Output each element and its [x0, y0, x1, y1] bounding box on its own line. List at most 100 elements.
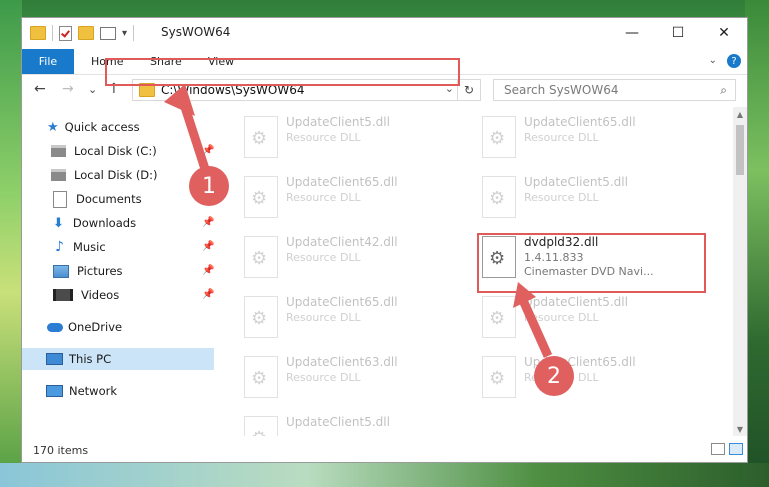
file-item[interactable]: UpdateClient42.dll Resource DLL — [240, 232, 460, 284]
properties-check-icon[interactable] — [59, 25, 72, 41]
file-description: Resource DLL — [524, 131, 599, 144]
file-item[interactable]: UpdateClient5.dll Resource DLL — [240, 112, 460, 164]
customize-icon[interactable] — [100, 26, 116, 40]
sidebar-item-downloads[interactable]: ⬇ Downloads — [53, 212, 136, 234]
dll-file-icon — [244, 356, 278, 398]
file-name: UpdateClient65.dll — [286, 295, 398, 309]
file-item[interactable]: UpdateClient65.dllResource DLL — [478, 352, 698, 404]
title-bar: ▾ SysWOW64 — ☐ ✕ — [22, 18, 747, 49]
dll-file-icon — [482, 176, 516, 218]
toolbar-dropdown-icon[interactable]: ▾ — [122, 28, 127, 39]
file-name: UpdateClient63.dll — [286, 355, 398, 369]
large-icons-view-icon[interactable] — [729, 443, 743, 455]
quick-access-toolbar: ▾ — [30, 25, 135, 41]
pin-icon[interactable]: 📌 — [202, 241, 214, 252]
desktop-background-right — [745, 0, 769, 487]
scroll-up-icon[interactable]: ▲ — [733, 107, 747, 121]
step-1-badge: 1 — [189, 166, 229, 206]
dll-file-icon — [244, 296, 278, 338]
navigation-pane: ★ Quick access Local Disk (C:) 📌 Local D… — [22, 106, 214, 436]
refresh-button[interactable]: ↻ — [457, 80, 480, 100]
file-description: Resource DLL — [286, 191, 361, 204]
sidebar-item-videos[interactable]: Videos — [53, 284, 119, 306]
dll-file-icon — [244, 416, 278, 436]
download-icon: ⬇ — [53, 215, 64, 231]
pin-icon[interactable]: 📌 — [202, 145, 214, 156]
tab-file[interactable]: File — [22, 49, 74, 74]
file-item[interactable]: UpdateClient5.dll Resource DLL — [478, 172, 698, 224]
file-item[interactable]: UpdateClient5.dll Resource DLL — [478, 292, 698, 344]
file-name: UpdateClient65.dll — [286, 175, 398, 189]
sidebar-item-pictures[interactable]: Pictures — [53, 260, 123, 282]
maximize-button[interactable]: ☐ — [655, 18, 701, 48]
dll-file-icon — [482, 296, 516, 338]
videos-icon — [53, 289, 73, 301]
file-item[interactable]: UpdateClient5.dll — [240, 412, 460, 436]
search-box[interactable]: ⌕ — [493, 79, 736, 101]
pin-icon[interactable]: 📌 — [202, 289, 214, 300]
sidebar-item-network[interactable]: Network — [46, 380, 117, 402]
sidebar-item-music[interactable]: ♪ Music — [55, 236, 106, 258]
file-item[interactable]: UpdateClient65.dllResource DLL — [240, 292, 460, 344]
window-title: SysWOW64 — [161, 25, 231, 39]
file-name: UpdateClient5.dll — [524, 175, 628, 189]
recent-locations-button[interactable]: ⌄ — [88, 83, 97, 96]
forward-button[interactable]: → — [62, 81, 74, 97]
folder-icon — [30, 26, 46, 40]
sidebar-item-label: Quick access — [64, 120, 140, 134]
file-name: UpdateClient42.dll — [286, 235, 398, 249]
details-view-icon[interactable] — [711, 443, 725, 455]
file-name: UpdateClient5.dll — [524, 295, 628, 309]
search-input[interactable] — [502, 82, 706, 98]
address-highlight-box — [105, 58, 460, 86]
file-description: Resource DLL — [286, 251, 361, 264]
sidebar-item-label: Network — [69, 384, 118, 398]
drive-icon — [51, 169, 66, 181]
sidebar-item-label: Downloads — [72, 216, 137, 230]
star-icon: ★ — [47, 119, 59, 135]
file-name: UpdateClient65.dll — [524, 115, 636, 129]
help-icon[interactable]: ? — [727, 54, 741, 68]
sidebar-item-quick-access[interactable]: ★ Quick access — [47, 116, 140, 138]
back-button[interactable]: ← — [34, 81, 46, 97]
dll-file-icon — [482, 116, 516, 158]
pin-icon[interactable]: 📌 — [202, 265, 214, 276]
minimize-button[interactable]: — — [609, 18, 655, 48]
network-icon — [46, 385, 63, 397]
dll-file-icon — [244, 176, 278, 218]
file-item[interactable]: UpdateClient63.dll Resource DLL — [240, 352, 460, 404]
scrollbar-thumb[interactable] — [736, 125, 744, 175]
music-icon: ♪ — [55, 239, 64, 255]
drive-icon — [51, 145, 66, 157]
sidebar-item-this-pc[interactable]: This PC — [22, 348, 214, 370]
dll-file-icon — [482, 356, 516, 398]
divider — [52, 25, 53, 41]
sidebar-item-local-disk-c[interactable]: Local Disk (C:) — [51, 140, 157, 162]
sidebar-item-label: Documents — [76, 192, 142, 206]
expand-ribbon-icon[interactable]: ⌄ — [709, 55, 717, 66]
file-item[interactable]: UpdateClient65.dll Resource DLL — [240, 172, 460, 224]
file-item[interactable]: UpdateClient65.dll Resource DLL — [478, 112, 698, 164]
documents-icon — [53, 190, 67, 208]
sidebar-item-label: Local Disk (C:) — [74, 144, 157, 158]
desktop-background-left — [0, 0, 22, 487]
item-count: 170 items — [33, 443, 89, 457]
search-icon[interactable]: ⌕ — [720, 83, 727, 98]
sidebar-item-onedrive[interactable]: OneDrive — [47, 316, 122, 338]
file-description: Resource DLL — [286, 371, 361, 384]
sidebar-item-documents[interactable]: Documents — [53, 188, 142, 210]
close-button[interactable]: ✕ — [701, 18, 747, 48]
dll-file-icon — [244, 116, 278, 158]
pin-icon[interactable]: 📌 — [202, 217, 214, 228]
sidebar-item-label: This PC — [69, 352, 112, 366]
pc-icon — [46, 353, 63, 365]
file-highlight-box — [477, 233, 706, 293]
scroll-down-icon[interactable]: ▼ — [733, 422, 747, 436]
new-folder-icon[interactable] — [78, 26, 94, 40]
file-name: UpdateClient5.dll — [286, 115, 390, 129]
pictures-icon — [53, 264, 69, 278]
dll-file-icon — [244, 236, 278, 278]
vertical-scrollbar[interactable]: ▲ ▼ — [733, 107, 747, 436]
sidebar-item-label: Music — [72, 240, 106, 254]
sidebar-item-local-disk-d[interactable]: Local Disk (D:) — [51, 164, 158, 186]
